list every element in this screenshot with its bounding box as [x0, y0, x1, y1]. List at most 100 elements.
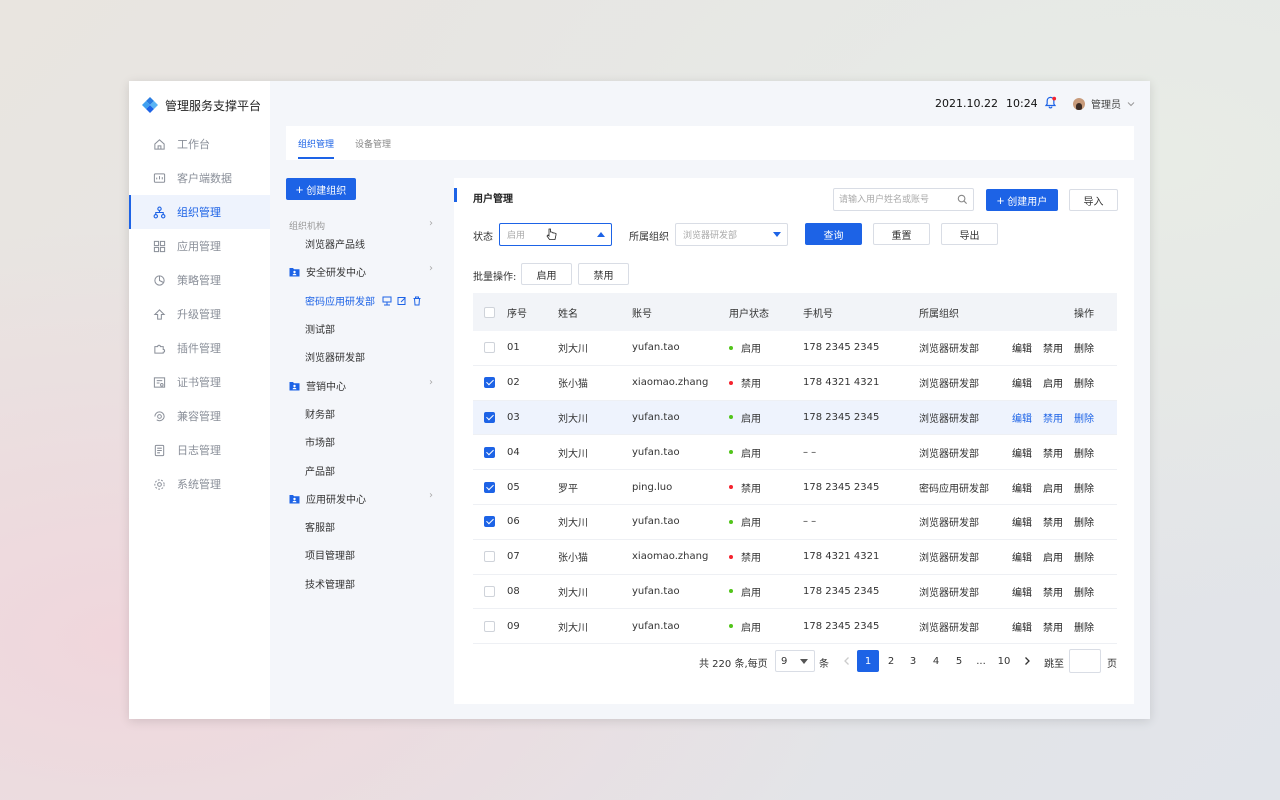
row-checkbox[interactable]: [484, 551, 495, 563]
chevron-right-icon[interactable]: ›: [429, 218, 433, 229]
sidebar-item-1[interactable]: 客户端数据: [129, 161, 270, 195]
toggle-status-action[interactable]: 启用: [1043, 375, 1063, 390]
org-tree-item[interactable]: 项目管理部: [305, 547, 355, 562]
row-checkbox[interactable]: [484, 620, 495, 632]
delete-action[interactable]: 删除: [1074, 445, 1094, 460]
table-row[interactable]: 05 罗平 ping.luo 禁用 178 2345 2345 密码应用研发部 编辑 启用 删除: [473, 470, 1117, 505]
org-filter-select[interactable]: 浏览器研发部: [675, 223, 788, 246]
org-tree-group[interactable]: 应用研发中心: [289, 491, 366, 506]
table-row[interactable]: 03 刘大川 yufan.tao 启用 178 2345 2345 浏览器研发部 编辑 禁用删…: [473, 400, 1117, 436]
table-row[interactable]: 09 刘大川 yufan.tao 启用 178 2345 2345 浏览器研发部 编辑 禁用删…: [473, 609, 1117, 645]
row-checkbox[interactable]: [484, 481, 495, 493]
sidebar-item-3[interactable]: 应用管理: [129, 229, 270, 263]
user-menu[interactable]: 管理员: [1073, 96, 1136, 111]
toggle-status-action[interactable]: 禁用: [1043, 619, 1063, 634]
table-row[interactable]: 06 刘大川 yufan.tao 启用 – – 浏览器研发部 编辑 禁用 删除: [473, 505, 1117, 540]
table-row[interactable]: 07 张小猫 xiaomao.zhang 禁用 178 4321 4321 浏览器研发部 编…: [473, 540, 1117, 575]
org-tree-item[interactable]: 财务部: [305, 406, 335, 421]
table-row[interactable]: 08 刘大川 yufan.tao 启用 178 2345 2345 浏览器研发部 编辑 禁用删…: [473, 575, 1117, 610]
org-tree-item[interactable]: 市场部: [305, 434, 335, 449]
query-button[interactable]: 查询: [805, 223, 862, 245]
delete-action[interactable]: 删除: [1074, 584, 1094, 599]
status-filter-select[interactable]: 启用: [499, 223, 612, 246]
org-tree-item[interactable]: 浏览器研发部: [305, 349, 365, 364]
edit-action[interactable]: 编辑: [1012, 549, 1032, 564]
row-checkbox[interactable]: [484, 446, 495, 458]
row-checkbox[interactable]: [484, 411, 495, 423]
select-all-checkbox[interactable]: [484, 306, 495, 318]
sidebar-item-4[interactable]: 策略管理: [129, 263, 270, 297]
table-row[interactable]: 04 刘大川 yufan.tao 启用 – – 浏览器研发部 编辑 禁用 删除: [473, 435, 1117, 471]
toggle-status-action[interactable]: 禁用: [1043, 584, 1063, 599]
chevron-right-icon[interactable]: ›: [429, 490, 433, 501]
search-icon[interactable]: [957, 194, 968, 205]
add-child-icon[interactable]: [382, 296, 392, 306]
row-checkbox[interactable]: [484, 585, 495, 597]
edit-action[interactable]: 编辑: [1012, 410, 1032, 425]
edit-icon[interactable]: [397, 296, 407, 306]
jump-page-input[interactable]: [1069, 649, 1101, 673]
tab-device-management[interactable]: 设备管理: [355, 137, 391, 150]
org-tree-item[interactable]: 客服部: [305, 519, 335, 534]
import-button[interactable]: 导入: [1069, 189, 1118, 211]
export-button[interactable]: 导出: [941, 223, 998, 245]
edit-action[interactable]: 编辑: [1012, 480, 1032, 495]
tab-org-management[interactable]: 组织管理: [298, 137, 335, 159]
delete-icon[interactable]: [412, 296, 422, 306]
page-number[interactable]: 1: [857, 650, 879, 672]
delete-action[interactable]: 删除: [1074, 480, 1094, 495]
create-org-button[interactable]: + 创建组织: [286, 178, 356, 200]
org-tree-item[interactable]: 技术管理部: [305, 576, 355, 591]
edit-action[interactable]: 编辑: [1012, 375, 1032, 390]
sidebar-item-0[interactable]: 工作台: [129, 127, 270, 161]
row-checkbox[interactable]: [484, 516, 495, 528]
org-tree-item[interactable]: 测试部: [305, 321, 335, 336]
edit-action[interactable]: 编辑: [1012, 445, 1032, 460]
toggle-status-action[interactable]: 禁用: [1043, 445, 1063, 460]
sidebar-item-6[interactable]: 插件管理: [129, 331, 270, 365]
table-row[interactable]: 01 刘大川 yufan.tao 启用 178 2345 2345 浏览器研发部 编辑 禁用删…: [473, 331, 1117, 366]
org-tree-item[interactable]: 密码应用研发部: [305, 293, 422, 308]
org-tree-item[interactable]: 产品部: [305, 463, 335, 478]
edit-action[interactable]: 编辑: [1012, 584, 1032, 599]
page-number[interactable]: 10: [993, 650, 1015, 672]
batch-enable-button[interactable]: 启用: [521, 263, 572, 285]
toggle-status-action[interactable]: 禁用: [1043, 410, 1063, 425]
page-number[interactable]: 2: [880, 650, 902, 672]
edit-action[interactable]: 编辑: [1012, 340, 1032, 355]
delete-action[interactable]: 删除: [1074, 375, 1094, 390]
row-checkbox[interactable]: [484, 342, 495, 354]
sidebar-item-10[interactable]: 系统管理: [129, 467, 270, 501]
next-page-icon[interactable]: [1016, 650, 1038, 672]
page-number[interactable]: 3: [902, 650, 924, 672]
org-tree-group[interactable]: 安全研发中心: [289, 264, 366, 279]
org-tree-group[interactable]: 营销中心: [289, 378, 346, 393]
edit-action[interactable]: 编辑: [1012, 619, 1032, 634]
chevron-right-icon[interactable]: ›: [429, 263, 433, 274]
sidebar-item-2[interactable]: 组织管理: [129, 195, 270, 229]
row-checkbox[interactable]: [484, 377, 495, 389]
reset-button[interactable]: 重置: [873, 223, 930, 245]
delete-action[interactable]: 删除: [1074, 410, 1094, 425]
delete-action[interactable]: 删除: [1074, 619, 1094, 634]
sidebar-item-9[interactable]: 日志管理: [129, 433, 270, 467]
notification-bell-icon[interactable]: [1044, 96, 1057, 112]
sidebar-item-5[interactable]: 升级管理: [129, 297, 270, 331]
toggle-status-action[interactable]: 启用: [1043, 480, 1063, 495]
org-tree-item[interactable]: 浏览器产品线: [305, 236, 365, 251]
delete-action[interactable]: 删除: [1074, 514, 1094, 529]
toggle-status-action[interactable]: 禁用: [1043, 514, 1063, 529]
batch-disable-button[interactable]: 禁用: [578, 263, 629, 285]
table-row[interactable]: 02 张小猫 xiaomao.zhang 禁用 178 4321 4321 浏览器研发部 编…: [473, 366, 1117, 401]
delete-action[interactable]: 删除: [1074, 340, 1094, 355]
toggle-status-action[interactable]: 禁用: [1043, 340, 1063, 355]
page-number[interactable]: 4: [925, 650, 947, 672]
page-ellipsis[interactable]: ...: [970, 650, 992, 672]
page-size-select[interactable]: 9: [775, 650, 815, 672]
create-user-button[interactable]: + 创建用户: [986, 189, 1058, 211]
page-number[interactable]: 5: [948, 650, 970, 672]
chevron-right-icon[interactable]: ›: [429, 377, 433, 388]
edit-action[interactable]: 编辑: [1012, 514, 1032, 529]
sidebar-item-8[interactable]: 兼容管理: [129, 399, 270, 433]
delete-action[interactable]: 删除: [1074, 549, 1094, 564]
